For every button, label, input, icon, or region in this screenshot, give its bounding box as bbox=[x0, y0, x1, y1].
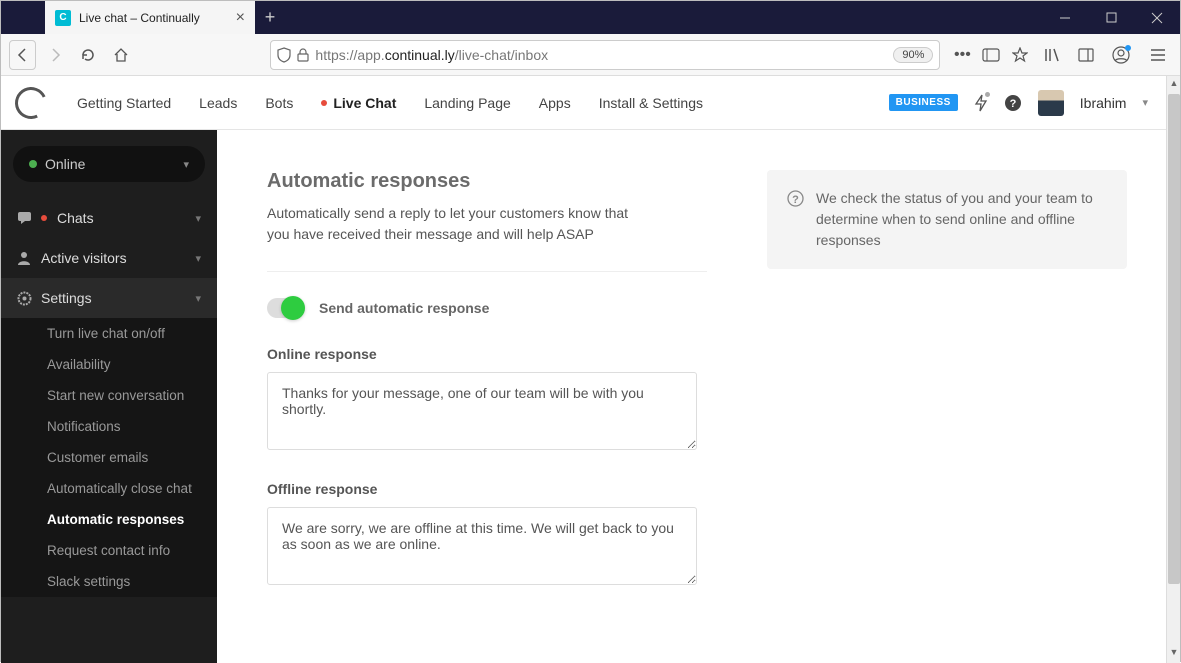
chevron-down-icon: ▾ bbox=[195, 252, 201, 265]
reader-icon[interactable] bbox=[982, 47, 1002, 63]
topnav-label: Install & Settings bbox=[599, 95, 703, 111]
window-minimize-icon[interactable] bbox=[1042, 1, 1088, 34]
chevron-down-icon[interactable]: ▾ bbox=[1142, 96, 1148, 109]
settings-sub-item[interactable]: Automatically close chat bbox=[1, 473, 217, 504]
sidebar-settings-label: Settings bbox=[41, 290, 92, 306]
gear-icon bbox=[17, 291, 31, 306]
nav-reload-icon[interactable] bbox=[75, 40, 102, 70]
page-description: Automatically send a reply to let your c… bbox=[267, 203, 647, 245]
send-auto-response-toggle[interactable] bbox=[267, 298, 305, 318]
topnav-item[interactable]: Live Chat bbox=[321, 95, 396, 111]
status-dot-icon bbox=[29, 160, 37, 168]
svg-text:?: ? bbox=[792, 194, 799, 206]
sidebar-chats-label: Chats bbox=[57, 210, 94, 226]
status-label: Online bbox=[45, 156, 85, 172]
settings-sub-item[interactable]: Request contact info bbox=[1, 535, 217, 566]
new-tab-button[interactable]: + bbox=[255, 1, 285, 34]
online-response-input[interactable] bbox=[267, 372, 697, 450]
sidebar-section-settings[interactable]: Settings ▾ bbox=[1, 278, 217, 318]
offline-response-input[interactable] bbox=[267, 507, 697, 585]
topnav-label: Leads bbox=[199, 95, 237, 111]
scroll-thumb[interactable] bbox=[1168, 94, 1180, 584]
window-controls bbox=[1042, 1, 1180, 34]
topnav-item[interactable]: Leads bbox=[199, 95, 237, 111]
toggle-label: Send automatic response bbox=[319, 300, 489, 316]
sidebar: Online ▾ Chats ▾ Active visitors ▾ bbox=[1, 130, 217, 663]
topnav-label: Landing Page bbox=[424, 95, 510, 111]
app-topbar: Getting Started Leads Bots Live Chat Landing… bbox=[1, 76, 1166, 130]
settings-sub-item[interactable]: Notifications bbox=[1, 411, 217, 442]
browser-toolbar: https://app.continual.ly/live-chat/inbox… bbox=[1, 34, 1180, 76]
status-selector[interactable]: Online ▾ bbox=[13, 146, 205, 182]
info-text: We check the status of you and your team… bbox=[816, 188, 1107, 251]
more-icon[interactable]: ••• bbox=[952, 46, 972, 64]
bolt-icon[interactable] bbox=[974, 94, 988, 112]
divider bbox=[267, 271, 707, 272]
online-response-label: Online response bbox=[267, 346, 707, 362]
tab-favicon: C bbox=[55, 10, 71, 26]
browser-tab[interactable]: C Live chat – Continually × bbox=[45, 1, 255, 34]
nav-back-icon[interactable] bbox=[9, 40, 36, 70]
settings-sub-item[interactable]: Start new conversation bbox=[1, 380, 217, 411]
red-dot-icon bbox=[321, 100, 327, 106]
sidebar-section-visitors[interactable]: Active visitors ▾ bbox=[1, 238, 217, 278]
svg-text:?: ? bbox=[1009, 98, 1016, 110]
sidebar-visitors-label: Active visitors bbox=[41, 250, 127, 266]
page-title: Automatic responses bbox=[267, 170, 707, 193]
chat-icon bbox=[17, 211, 31, 225]
chevron-down-icon: ▾ bbox=[195, 292, 201, 305]
topnav-label: Bots bbox=[265, 95, 293, 111]
username-label[interactable]: Ibrahim bbox=[1080, 95, 1127, 111]
settings-sub-item[interactable]: Slack settings bbox=[1, 566, 217, 597]
shield-icon[interactable] bbox=[277, 47, 291, 63]
user-avatar[interactable] bbox=[1038, 90, 1064, 116]
topnav-label: Apps bbox=[539, 95, 571, 111]
help-icon[interactable]: ? bbox=[1004, 94, 1022, 112]
nav-forward-icon bbox=[42, 40, 69, 70]
topnav-item[interactable]: Apps bbox=[539, 95, 571, 111]
topnav-label: Live Chat bbox=[333, 95, 396, 111]
settings-sub-item[interactable]: Customer emails bbox=[1, 442, 217, 473]
settings-sub-item[interactable]: Availability bbox=[1, 349, 217, 380]
offline-response-label: Offline response bbox=[267, 481, 707, 497]
plan-badge[interactable]: BUSINESS bbox=[889, 94, 958, 111]
app-logo[interactable] bbox=[1, 87, 61, 119]
chevron-down-icon: ▾ bbox=[195, 212, 201, 225]
nav-home-icon[interactable] bbox=[108, 40, 135, 70]
library-icon[interactable] bbox=[1044, 47, 1062, 63]
topnav-item[interactable]: Bots bbox=[265, 95, 293, 111]
window-close-icon[interactable] bbox=[1134, 1, 1180, 34]
app-container: Getting Started Leads Bots Live Chat Landing… bbox=[1, 76, 1180, 663]
topnav-item[interactable]: Install & Settings bbox=[599, 95, 703, 111]
tab-close-icon[interactable]: × bbox=[236, 10, 245, 26]
red-dot-icon bbox=[41, 215, 47, 221]
menu-icon[interactable] bbox=[1150, 48, 1168, 62]
scroll-down-icon[interactable]: ▼ bbox=[1167, 647, 1181, 661]
info-icon: ? bbox=[787, 190, 804, 251]
sidebar-section-chats[interactable]: Chats ▾ bbox=[1, 198, 217, 238]
top-nav: Getting Started Leads Bots Live Chat Landing… bbox=[77, 95, 703, 111]
user-icon bbox=[17, 251, 31, 265]
zoom-badge[interactable]: 90% bbox=[893, 47, 933, 63]
settings-sub-item[interactable]: Automatic responses bbox=[1, 504, 217, 535]
topnav-label: Getting Started bbox=[77, 95, 171, 111]
topnav-item[interactable]: Getting Started bbox=[77, 95, 171, 111]
info-panel: ? We check the status of you and your te… bbox=[767, 170, 1127, 269]
settings-subitems: Turn live chat on/offAvailabilityStart n… bbox=[1, 318, 217, 597]
chevron-down-icon: ▾ bbox=[183, 158, 189, 171]
sidebar-icon[interactable] bbox=[1078, 47, 1096, 63]
topnav-item[interactable]: Landing Page bbox=[424, 95, 510, 111]
main-content: Automatic responses Automatically send a… bbox=[217, 130, 1180, 663]
star-icon[interactable] bbox=[1012, 47, 1032, 63]
url-bar[interactable]: https://app.continual.ly/live-chat/inbox… bbox=[270, 40, 940, 70]
scrollbar[interactable]: ▲ ▼ bbox=[1166, 76, 1180, 663]
url-text: https://app.continual.ly/live-chat/inbox bbox=[315, 47, 887, 63]
scroll-up-icon[interactable]: ▲ bbox=[1167, 78, 1181, 92]
browser-titlebar: C Live chat – Continually × + bbox=[1, 1, 1180, 34]
tab-title: Live chat – Continually bbox=[79, 11, 228, 25]
account-icon[interactable] bbox=[1112, 46, 1130, 64]
settings-sub-item[interactable]: Turn live chat on/off bbox=[1, 318, 217, 349]
lock-icon[interactable] bbox=[297, 48, 309, 62]
window-maximize-icon[interactable] bbox=[1088, 1, 1134, 34]
